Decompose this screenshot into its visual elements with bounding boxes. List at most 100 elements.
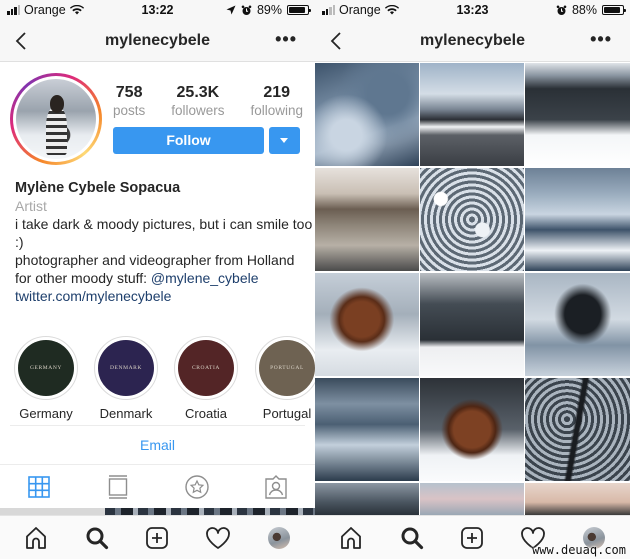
photo-thumbnail[interactable] (525, 168, 630, 271)
photo-thumbnail[interactable] (420, 63, 524, 166)
photo-thumbnail[interactable] (420, 378, 524, 481)
tab-search[interactable] (392, 518, 432, 558)
profile-category: Artist (15, 198, 47, 214)
highlight-croatia[interactable]: CROATIA Croatia (173, 336, 239, 421)
stat-followers[interactable]: 25.3K followers (171, 84, 224, 118)
location-arrow-icon (226, 5, 236, 15)
page-title: mylenecybele (105, 32, 210, 49)
highlight-denmark[interactable]: DENMARK Denmark (93, 336, 159, 421)
tab-new-post[interactable] (137, 518, 177, 558)
tab-home[interactable] (16, 518, 56, 558)
add-post-icon (461, 526, 484, 549)
watermark: www.deuaq.com (532, 543, 626, 557)
profile-tabs (0, 465, 315, 508)
feed-list-icon (108, 474, 128, 499)
stat-value: 25.3K (176, 84, 220, 101)
nav-bar: mylenecybele ••• (315, 21, 630, 62)
bio-mention-line: for other moody stuff: @mylene_cybele (15, 269, 315, 287)
tab-new-post[interactable] (452, 518, 492, 558)
story-highlights: GERMANY Germany DENMARK Denmark CROATIA … (0, 336, 315, 421)
divider (10, 425, 305, 426)
highlight-label: Denmark (99, 406, 153, 421)
avatar-photo (16, 79, 96, 159)
highlight-cover: PORTUGAL (259, 340, 315, 396)
battery-percent: 88% (571, 3, 597, 17)
photo-thumbnail[interactable] (525, 483, 630, 515)
tab-home[interactable] (331, 518, 371, 558)
bio-line: photographer and videographer from Holla… (15, 252, 295, 268)
profile-grid-screen: Orange 13:23 88% mylenecybele ••• www.de… (315, 0, 630, 559)
photo-thumbnail[interactable] (420, 273, 524, 376)
home-icon (341, 526, 362, 549)
bio-line: i take dark & moody pictures, but i can … (15, 216, 313, 250)
grid-preview-strip (105, 508, 315, 515)
tab-profile[interactable] (259, 518, 299, 558)
tab-grid[interactable] (0, 465, 79, 508)
photo-thumbnail[interactable] (315, 168, 419, 271)
grid-icon (28, 475, 51, 498)
photo-thumbnail[interactable] (315, 483, 419, 515)
nav-bar: mylenecybele ••• (0, 21, 315, 62)
search-icon (86, 527, 108, 549)
bio-mention-prefix: for other moody stuff: (15, 270, 151, 286)
highlight-cover: GERMANY (18, 340, 74, 396)
stat-value: 219 (263, 84, 291, 101)
more-horizontal-icon[interactable]: ••• (275, 30, 297, 48)
highlight-portugal[interactable]: PORTUGAL Portugal (254, 336, 315, 421)
add-post-icon (146, 526, 169, 549)
photo-thumbnail[interactable] (525, 273, 630, 376)
tab-activity[interactable] (198, 518, 238, 558)
star-circle-icon (185, 474, 209, 499)
photo-thumbnail[interactable] (420, 168, 524, 271)
photo-grid (315, 63, 630, 515)
highlight-label: Germany (19, 406, 73, 421)
tagged-person-icon (264, 474, 287, 499)
suggested-accounts-dropdown-button[interactable] (269, 127, 300, 154)
grid-preview-strip (0, 508, 105, 515)
photo-thumbnail[interactable] (525, 63, 630, 166)
photo-thumbnail[interactable] (420, 483, 524, 515)
search-icon (401, 527, 423, 549)
profile-name: Mylène Cybele Sopacua (15, 180, 181, 196)
more-horizontal-icon[interactable]: ••• (590, 30, 612, 48)
highlight-label: Croatia (185, 406, 227, 421)
status-bar: Orange 13:22 89% (0, 0, 315, 21)
home-icon (26, 526, 47, 549)
stat-label: followers (171, 103, 225, 118)
highlight-germany[interactable]: GERMANY Germany (13, 336, 79, 421)
page-title: mylenecybele (420, 32, 525, 49)
follow-button[interactable]: Follow (113, 127, 264, 154)
tab-feed[interactable] (79, 465, 158, 508)
stat-posts[interactable]: 758 posts (113, 84, 145, 118)
highlight-cover: DENMARK (98, 340, 154, 396)
battery-percent: 89% (256, 3, 282, 17)
bottom-tab-bar (0, 515, 315, 559)
heart-icon (206, 526, 230, 549)
tab-guides[interactable] (158, 465, 237, 508)
tab-search[interactable] (77, 518, 117, 558)
website-link[interactable]: twitter.com/mylenecybele (15, 287, 315, 305)
tab-tagged[interactable] (236, 465, 315, 508)
avatar[interactable] (10, 73, 102, 165)
profile-avatar-icon (267, 526, 290, 549)
profile-stats: 758 posts 25.3K followers 219 following (113, 84, 303, 118)
highlight-cover: CROATIA (178, 340, 234, 396)
email-button[interactable]: Email (0, 437, 315, 453)
photo-thumbnail[interactable] (315, 378, 419, 481)
battery-icon (602, 5, 626, 15)
highlight-label: Portugal (262, 406, 312, 421)
alarm-icon (241, 5, 252, 15)
battery-icon (287, 5, 311, 15)
profile-bio: Mylène Cybele Sopacua Artist i take dark… (15, 179, 315, 305)
alarm-icon (556, 5, 567, 15)
photo-thumbnail[interactable] (315, 63, 419, 166)
profile-screen: Orange 13:22 89% mylenecybele ••• 758 po… (0, 0, 315, 559)
bio-mention-link[interactable]: @mylene_cybele (151, 270, 259, 286)
photo-thumbnail[interactable] (315, 273, 419, 376)
photo-thumbnail[interactable] (525, 378, 630, 481)
stat-value: 758 (115, 84, 143, 101)
status-bar: Orange 13:23 88% (315, 0, 630, 21)
stat-label: following (250, 103, 303, 118)
stat-following[interactable]: 219 following (250, 84, 303, 118)
stat-label: posts (113, 103, 146, 118)
